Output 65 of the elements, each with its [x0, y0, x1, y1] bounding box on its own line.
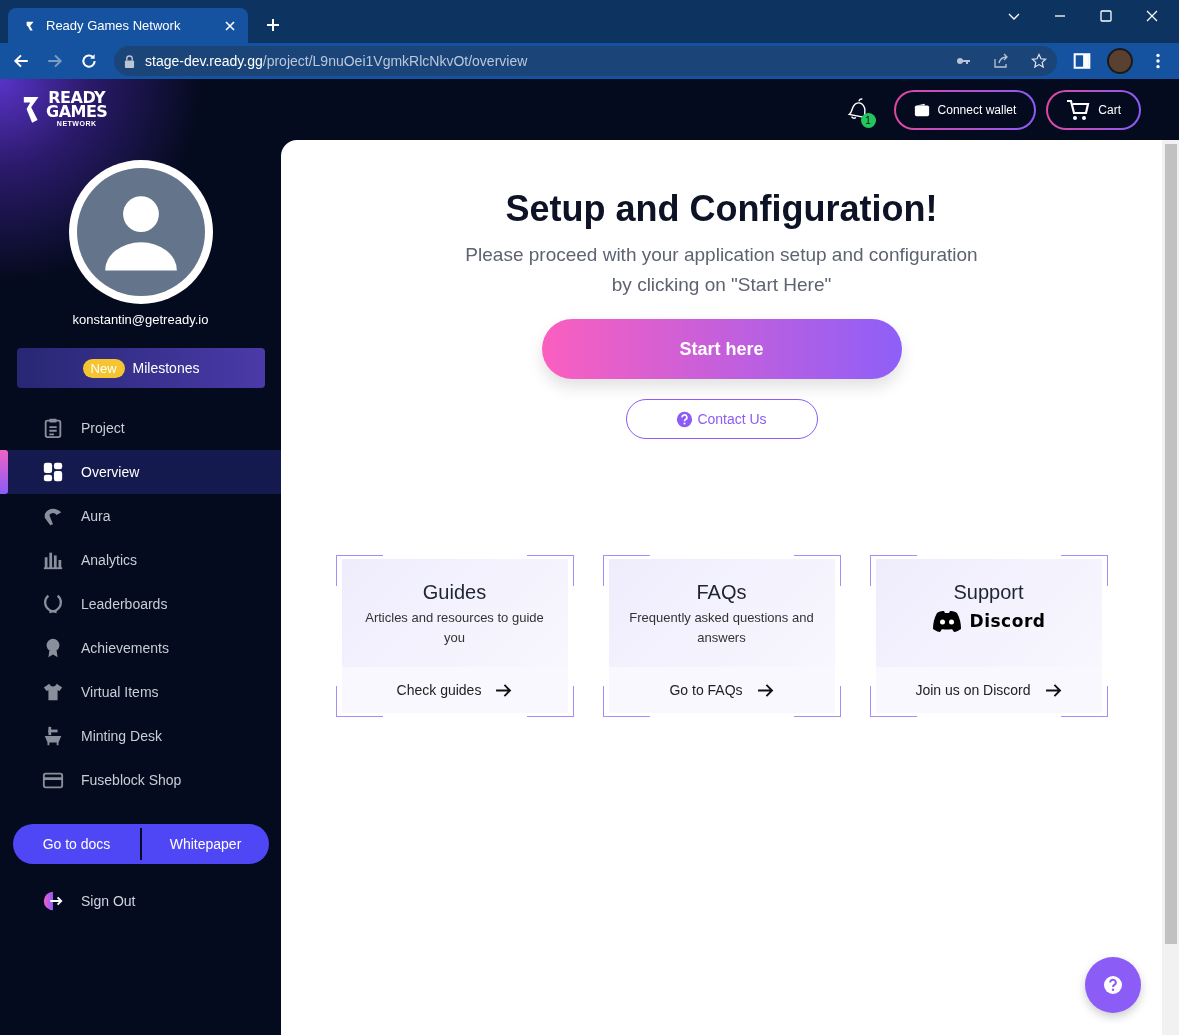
arrow-right-icon [756, 683, 774, 697]
reload-icon[interactable] [80, 52, 98, 70]
desk-icon [42, 725, 64, 747]
url-text: stage-dev.ready.gg/project/L9nuOei1VgmkRlcNkvOt/overview [145, 53, 529, 69]
subtitle-text: by clicking on "Start Here" [611, 273, 832, 297]
address-field[interactable]: stage-dev.ready.gg/project/L9nuOei1VgmkRlcNkvOt/overview [114, 46, 1057, 76]
user-email: konstantin@getready.io [71, 312, 210, 327]
arrow-right-icon [495, 683, 513, 697]
milestones-button[interactable]: New Milestones [17, 348, 265, 388]
sidebar-item[interactable]: Overview [0, 450, 281, 494]
card-action-link[interactable]: Join us on Discord [875, 667, 1102, 713]
sidebar-item[interactable]: Achievements [0, 626, 281, 670]
notification-count-badge: 1 [860, 112, 876, 128]
help-icon [1103, 975, 1123, 995]
cart-button[interactable]: Cart [1046, 89, 1141, 130]
help-button[interactable] [1085, 957, 1141, 1013]
sidebar-item[interactable]: Fuseblock Shop [0, 758, 281, 802]
docs-button[interactable]: Go to docs [13, 824, 140, 864]
shirt-icon [42, 681, 64, 703]
clipboard-icon [42, 417, 64, 439]
tab-title: Ready Games Network [46, 18, 182, 33]
subtitle-text: Please proceed with your application setup and configuration [465, 243, 978, 267]
card-title: Support [953, 581, 1024, 604]
sidebar-item[interactable]: Project [0, 406, 281, 450]
help-icon [676, 410, 694, 428]
star-icon[interactable] [1031, 53, 1047, 69]
sign-out-icon [42, 890, 64, 912]
side-panel-icon[interactable] [1073, 52, 1091, 70]
laurel-icon [42, 593, 64, 615]
close-icon[interactable] [224, 19, 236, 32]
sidebar-item[interactable]: Virtual Items [0, 670, 281, 714]
whitepaper-button[interactable]: Whitepaper [142, 824, 269, 864]
lock-icon [124, 54, 135, 68]
logo-text: READY [48, 91, 106, 106]
plus-icon[interactable] [266, 18, 280, 32]
forward-arrow-icon[interactable] [46, 52, 64, 70]
maximize-icon[interactable] [1099, 9, 1113, 23]
card-description: Frequently asked questions and answers [628, 609, 815, 647]
share-icon[interactable] [993, 53, 1009, 69]
card-action-link[interactable]: Check guides [341, 667, 568, 713]
contact-us-button[interactable]: Contact Us [625, 399, 818, 439]
sidebar-item[interactable]: Leaderboards [0, 582, 281, 626]
card-title: Guides [422, 581, 487, 604]
card-description: Articles and resources to guide you [364, 609, 545, 647]
start-here-button[interactable]: Start here [541, 319, 902, 379]
close-icon[interactable] [1145, 9, 1159, 23]
browser-tab[interactable]: Ready Games Network [8, 8, 248, 43]
sign-out-link[interactable]: Sign Out [0, 890, 281, 912]
game-controller-icon [931, 610, 962, 632]
logo-text: GAMES [46, 105, 108, 119]
wallet-icon [913, 101, 930, 118]
milestones-label: Milestones [132, 360, 200, 376]
cart-icon [1066, 98, 1091, 121]
new-badge: New [82, 358, 125, 378]
sidebar-item[interactable]: Minting Desk [0, 714, 281, 758]
back-arrow-icon[interactable] [12, 52, 30, 70]
sidebar-item[interactable]: Analytics [0, 538, 281, 582]
card-title: FAQs [696, 581, 747, 604]
scrollbar[interactable] [1162, 140, 1179, 1035]
card-action-link[interactable]: Go to FAQs [608, 667, 835, 713]
sidebar-item[interactable]: Aura [0, 494, 281, 538]
discord-wordmark: Discord [969, 611, 1046, 631]
grid-icon [42, 461, 64, 483]
arrow-right-icon [1044, 683, 1062, 697]
page-title: Setup and Configuration! [505, 188, 938, 230]
